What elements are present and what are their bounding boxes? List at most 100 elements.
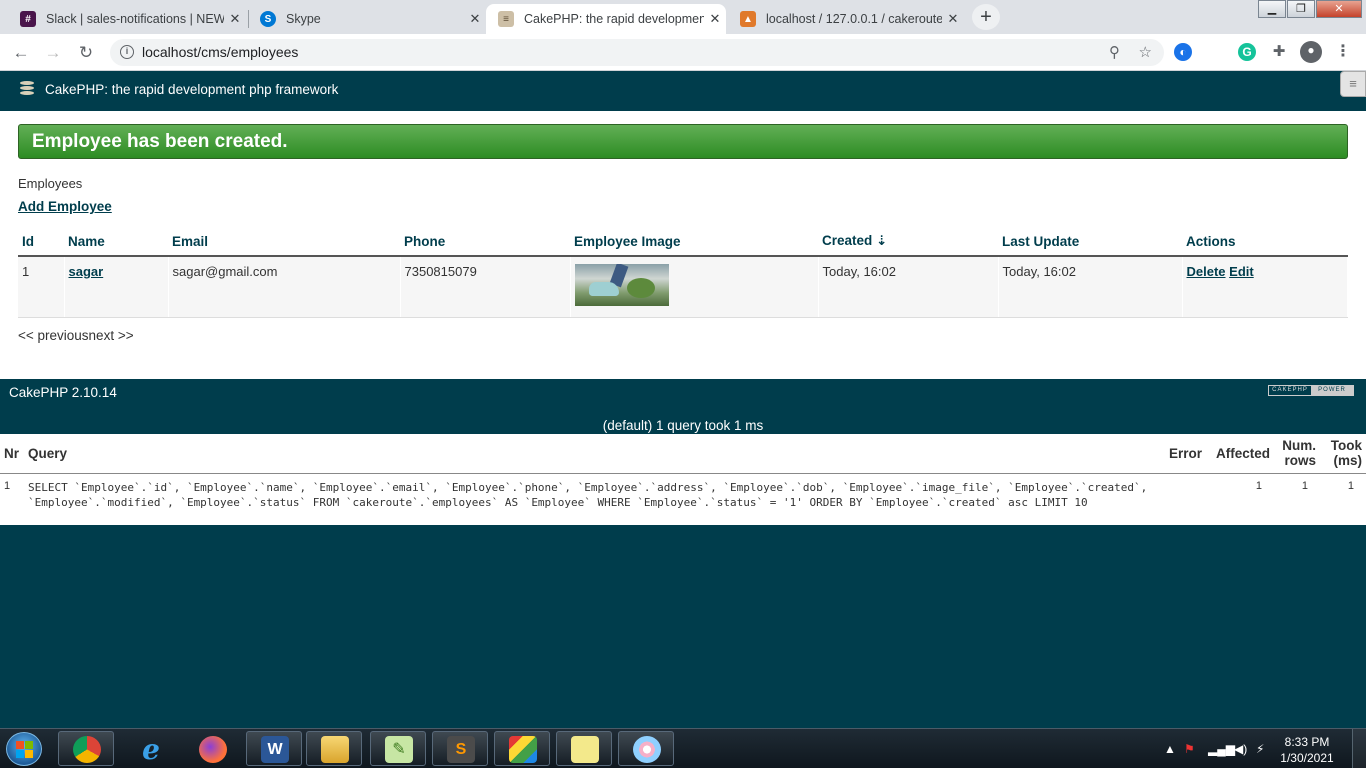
sql-col-error: Error bbox=[1160, 434, 1206, 474]
sql-affected: 1 bbox=[1255, 479, 1262, 492]
close-tab-icon[interactable]: ✕ bbox=[224, 11, 246, 27]
maximize-button[interactable]: ❐ bbox=[1287, 0, 1315, 18]
debugkit-toolbar-icon[interactable]: ≡ bbox=[1340, 71, 1366, 97]
sql-log-table: Nr Query Error Affected Num. rows Took (… bbox=[0, 434, 1366, 514]
tab-skype[interactable]: S Skype ✕ bbox=[248, 4, 486, 34]
clock-date: 1/30/2021 bbox=[1280, 751, 1334, 765]
browser-tab-bar: # Slack | sales-notifications | NEWJ ✕ S… bbox=[0, 0, 1366, 34]
minimize-button[interactable]: ▁ bbox=[1258, 0, 1286, 18]
pager-next[interactable]: next >> bbox=[89, 328, 134, 343]
sql-error bbox=[1160, 473, 1206, 514]
power-battery-icon[interactable]: ⚡ bbox=[1256, 742, 1264, 756]
cell-id: 1 bbox=[18, 256, 65, 318]
cell-updated: Today, 16:02 bbox=[998, 256, 1183, 318]
add-employee-link[interactable]: Add Employee bbox=[18, 199, 112, 214]
close-tab-icon[interactable]: ✕ bbox=[464, 11, 486, 27]
bookmark-star-icon[interactable]: ☆ bbox=[1139, 43, 1152, 61]
taskbar-notepadpp[interactable]: ✎ bbox=[370, 731, 426, 766]
col-id[interactable]: Id bbox=[18, 230, 64, 257]
tab-title: localhost / 127.0.0.1 / cakeroute bbox=[766, 12, 942, 26]
volume-icon[interactable]: ◀) bbox=[1234, 742, 1247, 756]
url-text[interactable]: localhost/cms/employees bbox=[142, 44, 298, 60]
tab-title: Slack | sales-notifications | NEWJ bbox=[46, 12, 224, 26]
sql-query-text: SELECT `Employee`.`id`, `Employee`.`name… bbox=[28, 480, 1148, 509]
tab-title: CakePHP: the rapid development bbox=[524, 12, 704, 26]
start-button-icon[interactable] bbox=[6, 732, 42, 766]
taskbar-sublime[interactable]: S bbox=[432, 731, 488, 766]
sql-col-took: Took (ms) bbox=[1320, 434, 1366, 474]
phpmyadmin-icon: ▲ bbox=[740, 11, 756, 27]
edit-link[interactable]: Edit bbox=[1229, 264, 1254, 279]
close-tab-icon[interactable]: ✕ bbox=[942, 11, 964, 27]
taskbar-chrome[interactable] bbox=[58, 731, 114, 766]
action-center-flag-icon[interactable]: ⚑ bbox=[1184, 742, 1195, 756]
close-tab-icon[interactable]: ✕ bbox=[704, 11, 726, 27]
profile-avatar-icon[interactable]: ● bbox=[1300, 41, 1322, 63]
col-last-update[interactable]: Last Update bbox=[998, 230, 1182, 257]
sql-col-affected: Affected bbox=[1206, 434, 1274, 474]
cell-image bbox=[570, 256, 819, 318]
col-email[interactable]: Email bbox=[168, 230, 400, 257]
extensions-puzzle-icon[interactable]: ✚ bbox=[1270, 43, 1288, 61]
cell-phone: 7350815079 bbox=[400, 256, 571, 318]
slack-icon: # bbox=[20, 11, 36, 27]
tab-cakephp[interactable]: ≡ CakePHP: the rapid development ✕ bbox=[486, 4, 726, 34]
employees-table: Id Name Email Phone Employee Image Creat… bbox=[18, 230, 1348, 318]
footer: CakePHP 2.10.14 CAKEPHP POWER (default) … bbox=[0, 379, 1366, 434]
back-icon[interactable]: ← bbox=[10, 42, 32, 64]
zoom-icon[interactable]: ⚲ bbox=[1109, 43, 1120, 61]
pager-previous[interactable]: << previous bbox=[18, 328, 89, 343]
info-icon[interactable]: i bbox=[120, 45, 134, 59]
site-header: CakePHP: the rapid development php frame… bbox=[0, 71, 1366, 111]
firefox-icon bbox=[199, 736, 227, 763]
show-desktop-button[interactable] bbox=[1352, 729, 1366, 768]
sql-log: Nr Query Error Affected Num. rows Took (… bbox=[0, 434, 1366, 525]
sql-col-query: Query bbox=[24, 434, 1160, 474]
col-name[interactable]: Name bbox=[64, 230, 168, 257]
cakephp-power-badge[interactable]: CAKEPHP POWER bbox=[1268, 385, 1354, 396]
tab-phpmyadmin[interactable]: ▲ localhost / 127.0.0.1 / cakeroute ✕ bbox=[728, 4, 964, 34]
site-title[interactable]: CakePHP: the rapid development php frame… bbox=[45, 82, 338, 97]
taskbar-paint[interactable] bbox=[618, 731, 674, 766]
col-phone[interactable]: Phone bbox=[400, 230, 570, 257]
taskbar-sticky-notes[interactable] bbox=[556, 731, 612, 766]
col-employee-image[interactable]: Employee Image bbox=[570, 230, 818, 257]
taskbar-git[interactable] bbox=[494, 731, 550, 766]
internet-explorer-icon: e bbox=[142, 733, 160, 766]
clock-time: 8:33 PM bbox=[1284, 735, 1330, 749]
taskbar-ie[interactable]: e bbox=[122, 731, 178, 766]
taskbar-explorer[interactable] bbox=[306, 731, 362, 766]
cell-actions: Delete Edit bbox=[1182, 256, 1348, 318]
grammarly-icon[interactable]: G bbox=[1238, 43, 1256, 61]
show-hidden-icons-icon[interactable]: ▲ bbox=[1164, 742, 1176, 756]
taskbar-firefox[interactable] bbox=[184, 731, 240, 766]
tab-slack[interactable]: # Slack | sales-notifications | NEWJ ✕ bbox=[8, 4, 246, 34]
extension-globe-icon[interactable]: ◐ bbox=[1174, 43, 1192, 61]
word-icon: W bbox=[261, 736, 289, 763]
table-row: 1 sagar sagar@gmail.com 7350815079 Today… bbox=[18, 256, 1348, 318]
table-header-row: Id Name Email Phone Employee Image Creat… bbox=[18, 230, 1348, 257]
close-window-button[interactable]: ✕ bbox=[1316, 0, 1362, 18]
sql-nr: 1 bbox=[4, 479, 11, 492]
pagination: << previousnext >> bbox=[18, 328, 134, 343]
breadcrumb[interactable]: Employees bbox=[18, 176, 82, 191]
delete-link[interactable]: Delete bbox=[1187, 264, 1226, 279]
col-created[interactable]: Created ⇣ bbox=[818, 230, 998, 257]
new-tab-button[interactable]: + bbox=[972, 4, 1000, 30]
employee-name-link[interactable]: sagar bbox=[69, 264, 104, 279]
col-actions: Actions bbox=[1182, 230, 1348, 257]
flash-success-message: Employee has been created. bbox=[18, 124, 1348, 159]
paint-icon bbox=[633, 736, 661, 763]
reload-icon[interactable]: ↻ bbox=[75, 42, 97, 64]
omnibox[interactable]: i localhost/cms/employees ⚲ ☆ bbox=[110, 39, 1164, 66]
address-toolbar: ← → ↻ i localhost/cms/employees ⚲ ☆ ◐ G … bbox=[0, 34, 1366, 71]
cell-name: sagar bbox=[64, 256, 169, 318]
git-gui-icon bbox=[509, 736, 537, 763]
forward-icon[interactable]: → bbox=[42, 42, 64, 64]
clock[interactable]: 8:33 PM 1/30/2021 bbox=[1272, 734, 1342, 766]
sql-col-nr: Nr bbox=[0, 434, 24, 474]
chrome-menu-icon[interactable]: ⋮ bbox=[1334, 43, 1352, 61]
main-content: Employee has been created. Employees Add… bbox=[0, 111, 1366, 379]
taskbar-word[interactable]: W bbox=[246, 731, 302, 766]
network-signal-icon[interactable]: ▂▄▆ bbox=[1208, 742, 1235, 756]
